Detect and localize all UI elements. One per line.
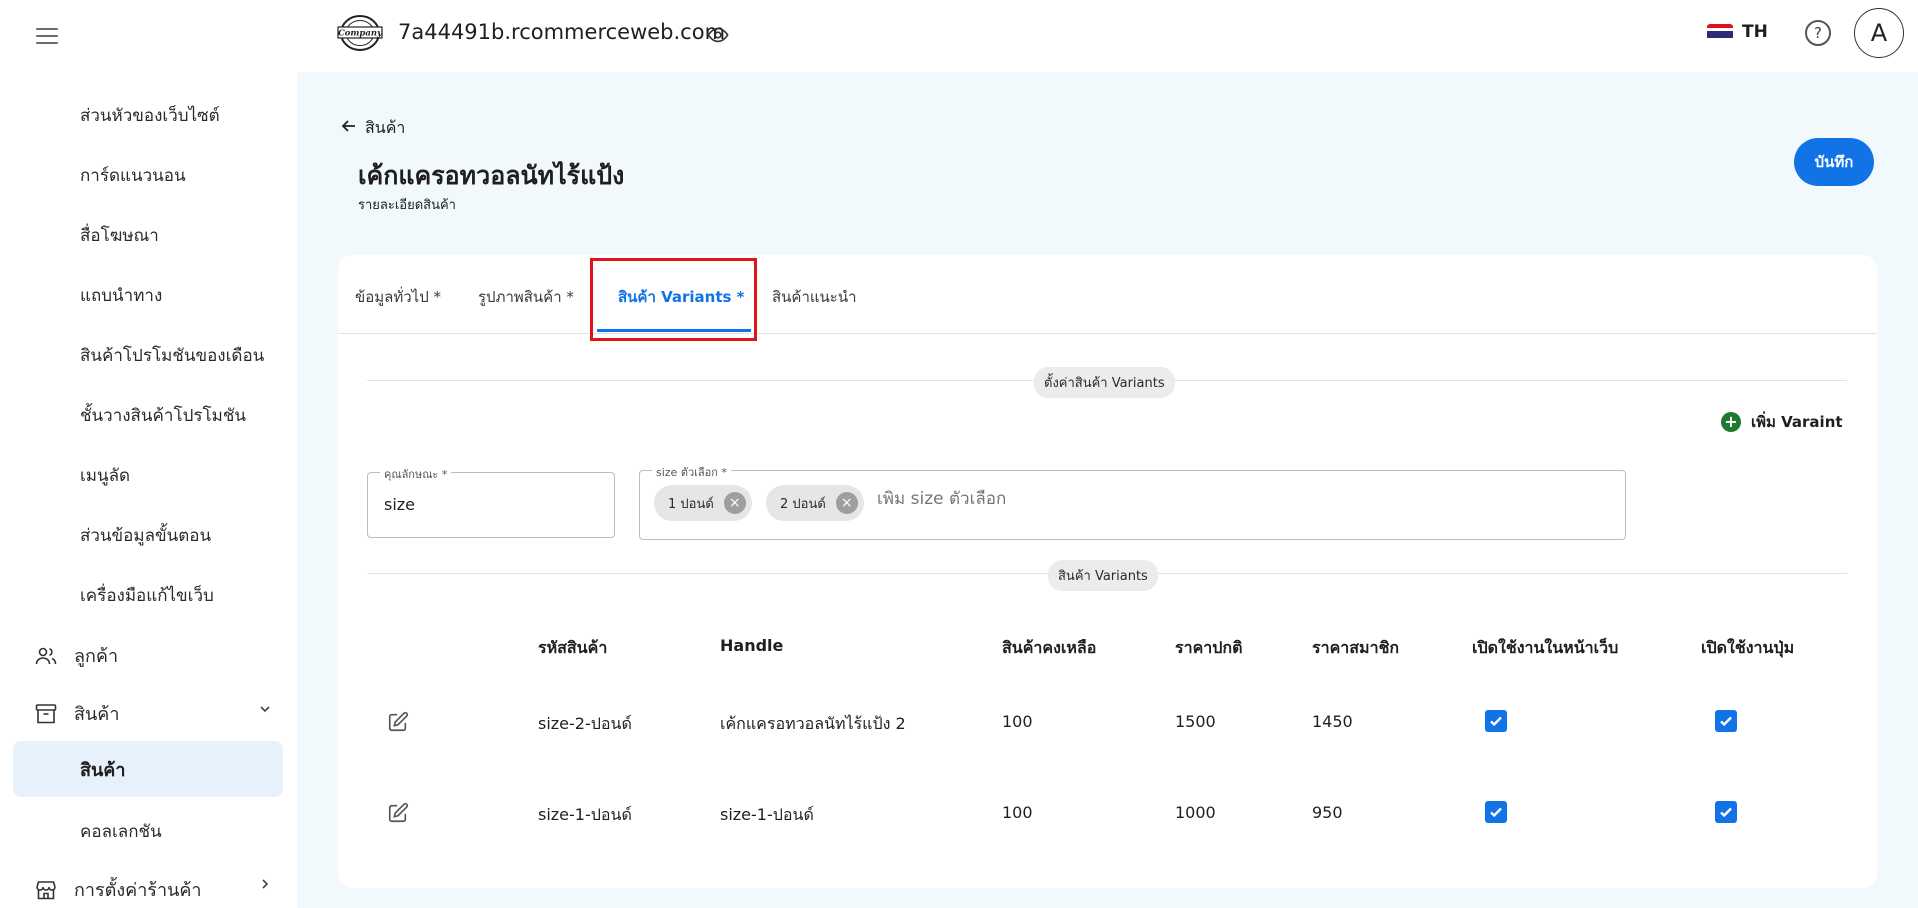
add-variant-button[interactable]: + เพิ่ม Varaint	[1721, 410, 1843, 434]
arrow-left-icon	[341, 118, 357, 139]
sidebar-item-website-header[interactable]: ส่วนหัวของเว็บไซต์	[80, 102, 220, 129]
sidebar-products-label: สินค้า	[74, 704, 120, 725]
sidebar-item-customers[interactable]: ลูกค้า	[34, 641, 118, 670]
sidebar-item-products[interactable]: สินค้า	[34, 699, 119, 728]
column-header-member-price: ราคาสมาชิก	[1312, 638, 1400, 657]
logo-text: Company	[338, 29, 383, 39]
main-content: สินค้า เค้กแครอทวอลนัทไร้แป้ง รายละเอียด…	[297, 72, 1918, 908]
column-header-sku: รหัสสินค้า	[538, 638, 608, 657]
users-icon	[34, 644, 58, 668]
close-icon[interactable]: ×	[723, 492, 746, 514]
hamburger-menu-icon[interactable]	[36, 28, 58, 46]
avatar[interactable]: A	[1854, 8, 1904, 58]
save-button[interactable]: บันทึก	[1794, 138, 1874, 186]
attribute-field-value: size	[384, 495, 416, 514]
sidebar-store-settings-label: การตั้งค่าร้านค้า	[74, 880, 202, 901]
cell-stock: 100	[1002, 712, 1033, 731]
option-chip-label: 1 ปอนด์	[668, 496, 714, 512]
sidebar-item-shortcut-menu[interactable]: เมนูลัด	[80, 462, 130, 489]
site-title: 7a44491b.rcommerceweb.com	[398, 20, 726, 44]
option-chip[interactable]: 1 ปอนด์ ×	[654, 485, 752, 521]
option-chip-label: 2 ปอนด์	[780, 496, 826, 512]
back-label: สินค้า	[365, 118, 406, 137]
tab-general-info[interactable]: ข้อมูลทั่วไป *	[355, 285, 441, 309]
cell-sku: size-2-ปอนด์	[538, 714, 632, 733]
sidebar: ส่วนหัวของเว็บไซต์ การ์ดแนวนอน สื่อโฆษณา…	[0, 0, 297, 908]
column-header-stock: สินค้าคงเหลือ	[1002, 638, 1097, 657]
store-icon	[34, 878, 58, 902]
column-header-handle: Handle	[720, 636, 784, 655]
chevron-down-icon[interactable]	[258, 702, 272, 720]
cell-sku: size-1-ปอนด์	[538, 805, 632, 824]
cell-price: 1500	[1175, 712, 1216, 731]
cell-handle: เค้กแครอทวอลนัทไร้แป้ง 2	[720, 714, 906, 733]
sidebar-item-store-settings[interactable]: การตั้งค่าร้านค้า	[34, 875, 202, 904]
product-card: ข้อมูลทั่วไป * รูปภาพสินค้า * สินค้า Var…	[338, 255, 1877, 888]
cell-price: 1000	[1175, 803, 1216, 822]
sidebar-item-collection[interactable]: คอลเลกชัน	[80, 818, 162, 845]
column-header-web-enabled: เปิดใช้งานในหน้าเว็บ	[1472, 638, 1619, 657]
sidebar-item-step-section[interactable]: ส่วนข้อมูลขั้นตอน	[80, 522, 211, 549]
cell-stock: 100	[1002, 803, 1033, 822]
web-enabled-checkbox[interactable]	[1485, 801, 1507, 823]
variant-settings-section-label: ตั้งค่าสินค้า Variants	[1034, 367, 1175, 398]
options-field-label: size ตัวเลือก *	[652, 463, 731, 481]
sidebar-item-media[interactable]: สื่อโฆษณา	[80, 222, 159, 249]
help-icon[interactable]: ?	[1805, 20, 1831, 46]
tab-product-images[interactable]: รูปภาพสินค้า *	[478, 285, 574, 309]
button-enabled-checkbox[interactable]	[1715, 710, 1737, 732]
sidebar-item-promo-shelf[interactable]: ชั้นวางสินค้าโปรโมชัน	[80, 402, 246, 429]
column-header-button-enabled: เปิดใช้งานปุ่ม	[1701, 638, 1795, 657]
highlight-box	[590, 258, 757, 341]
sidebar-item-navbar[interactable]: แถบนำทาง	[80, 282, 162, 309]
thailand-flag-icon[interactable]	[1707, 24, 1733, 42]
sidebar-item-horizontal-card[interactable]: การ์ดแนวนอน	[80, 162, 186, 189]
column-header-price: ราคาปกติ	[1175, 638, 1243, 657]
sidebar-item-web-editor[interactable]: เครื่องมือแก้ไขเว็บ	[80, 582, 214, 609]
add-variant-label: เพิ่ม Varaint	[1751, 413, 1843, 431]
edit-icon[interactable]	[387, 802, 409, 824]
variants-section-label: สินค้า Variants	[1048, 560, 1158, 591]
options-field[interactable]: size ตัวเลือก * 1 ปอนด์ × 2 ปอนด์ ×	[639, 463, 1626, 540]
language-selector[interactable]: TH	[1742, 22, 1768, 42]
page-subtitle: รายละเอียดสินค้า	[358, 198, 456, 213]
sidebar-item-monthly-promo[interactable]: สินค้าโปรโมชันของเดือน	[80, 342, 264, 369]
company-logo: Company	[337, 14, 383, 52]
attribute-field-label: คุณลักษณะ *	[380, 465, 452, 483]
archive-box-icon	[34, 702, 58, 726]
top-bar: Company 7a44491b.rcommerceweb.com TH ? A	[297, 0, 1918, 72]
eye-icon[interactable]	[707, 24, 729, 46]
cell-member-price: 1450	[1312, 712, 1353, 731]
chevron-right-icon[interactable]	[258, 877, 272, 895]
button-enabled-checkbox[interactable]	[1715, 801, 1737, 823]
back-link[interactable]: สินค้า	[341, 116, 405, 141]
tab-bar: ข้อมูลทั่วไป * รูปภาพสินค้า * สินค้า Var…	[338, 255, 1877, 341]
sidebar-item-products-active[interactable]: สินค้า	[13, 741, 283, 797]
tab-recommended-products[interactable]: สินค้าแนะนำ	[772, 285, 857, 309]
option-chip[interactable]: 2 ปอนด์ ×	[766, 485, 864, 521]
attribute-field[interactable]: คุณลักษณะ * size	[367, 465, 615, 538]
sidebar-customers-label: ลูกค้า	[74, 646, 119, 667]
cell-member-price: 950	[1312, 803, 1343, 822]
page-title: เค้กแครอทวอลนัทไร้แป้ง	[358, 161, 625, 190]
close-icon[interactable]: ×	[835, 492, 858, 514]
cell-handle: size-1-ปอนด์	[720, 805, 814, 824]
options-input[interactable]	[877, 489, 1177, 509]
web-enabled-checkbox[interactable]	[1485, 710, 1507, 732]
edit-icon[interactable]	[387, 711, 409, 733]
plus-circle-icon: +	[1721, 412, 1741, 432]
